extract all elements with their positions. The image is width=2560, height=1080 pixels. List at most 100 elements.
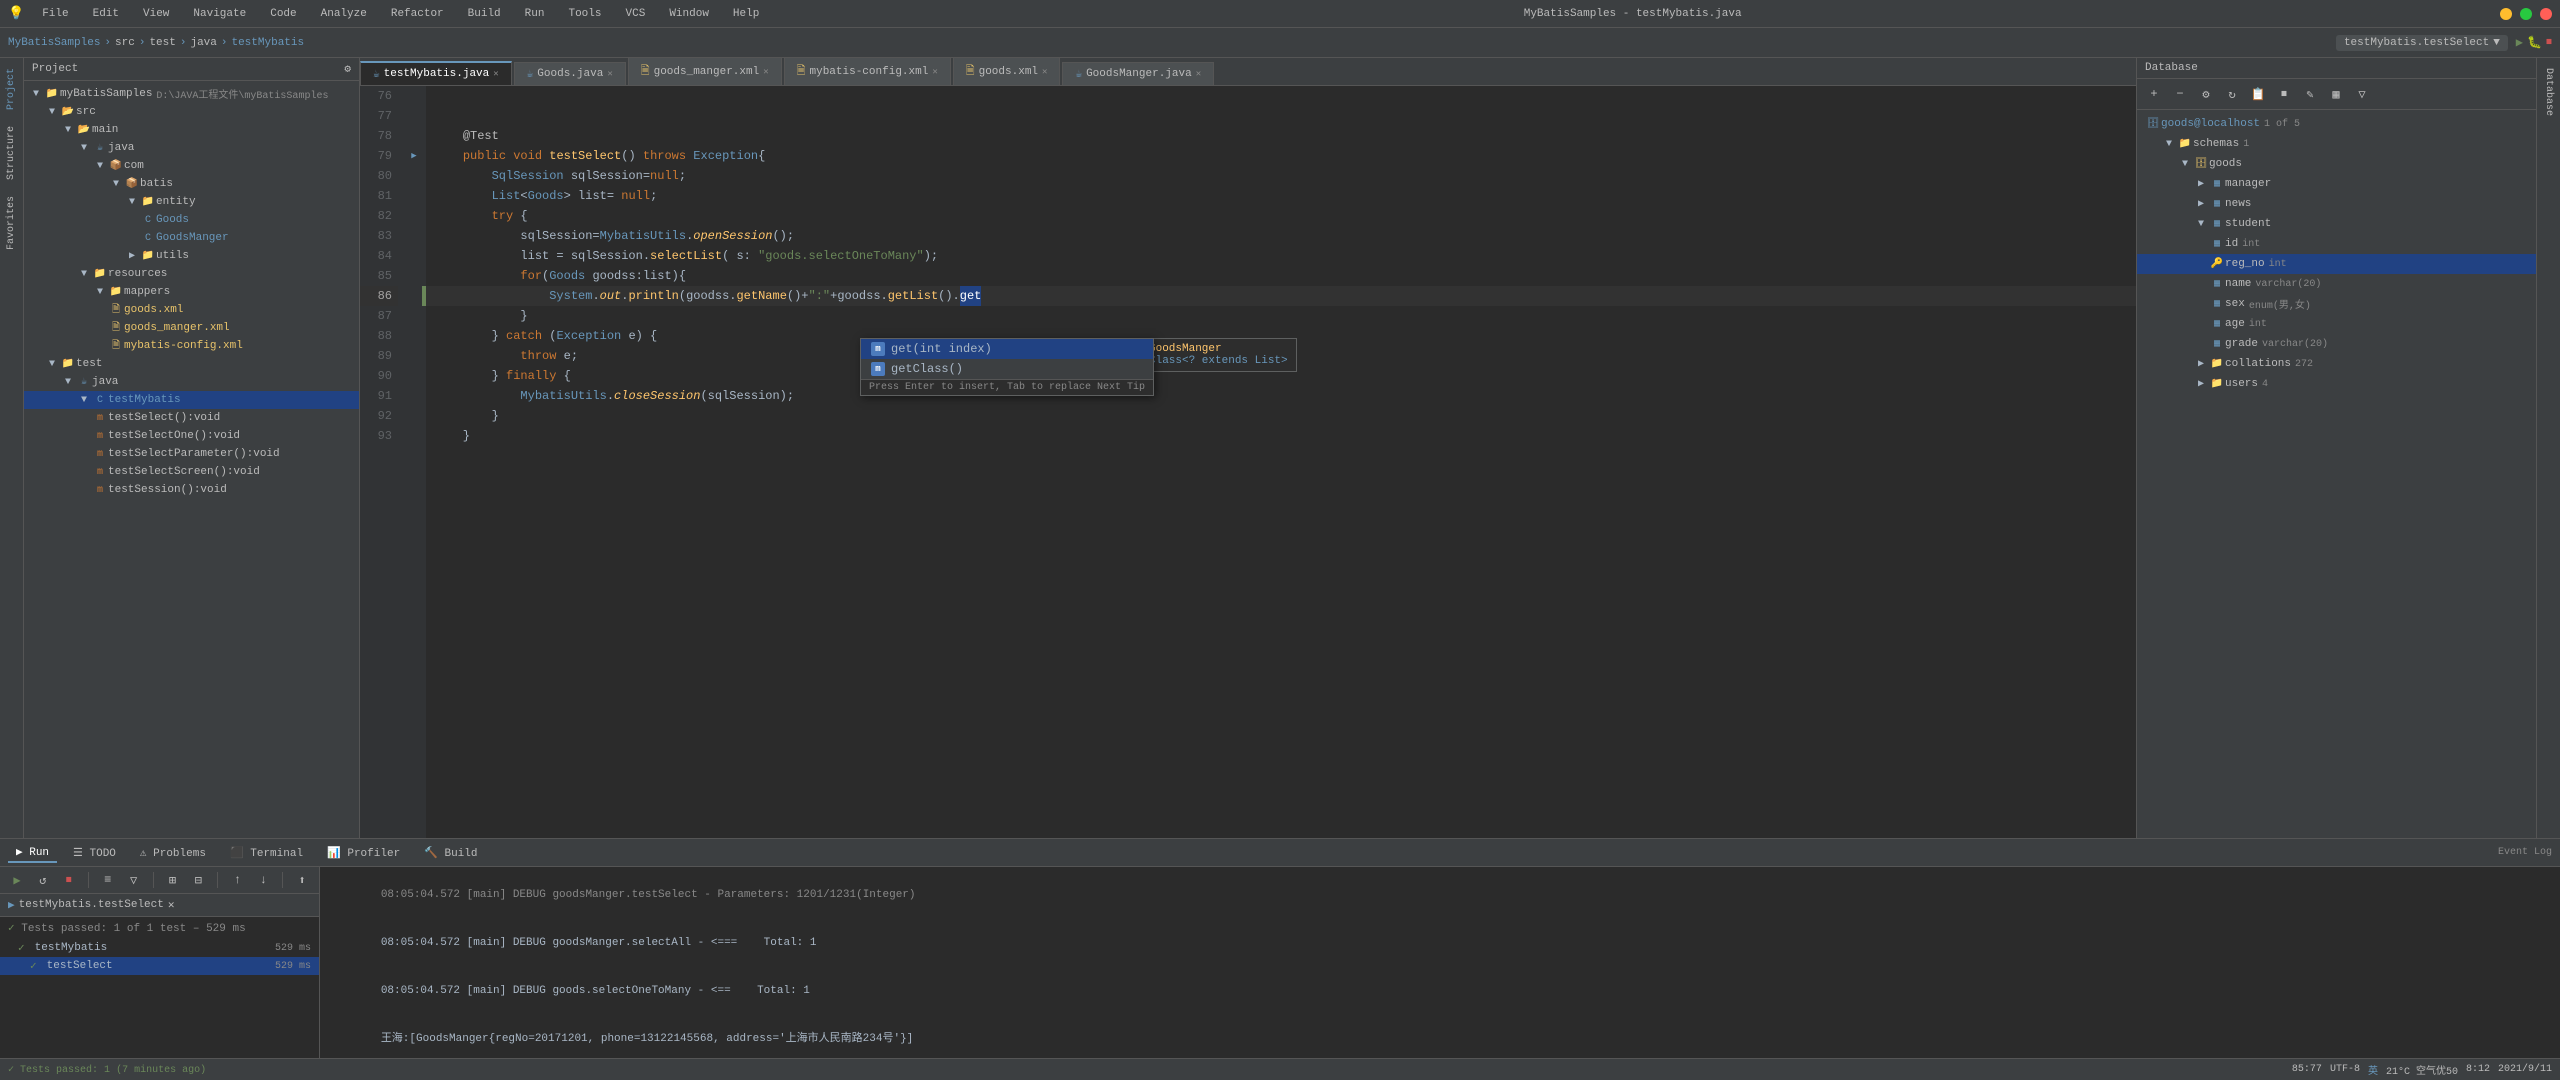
db-goods[interactable]: ▼ 🗄 goods [2137,154,2536,174]
run-filter-button[interactable]: ▽ [123,869,145,891]
run-button[interactable]: ▶ [2516,35,2523,50]
btab-problems[interactable]: ⚠ Problems [132,844,214,862]
db-schemas[interactable]: ▼ 📁 schemas 1 [2137,134,2536,154]
minimize-button[interactable] [2500,8,2512,20]
db-col-id[interactable]: ▦ id int [2137,234,2536,254]
tree-item-testselectparameter[interactable]: m testSelectParameter():void [24,445,359,463]
db-schema-button[interactable]: 📋 [2247,83,2269,105]
tree-item-src[interactable]: ▼ 📂 src [24,103,359,121]
run-item-testmybatis[interactable]: ✓ testMybatis 529 ms [0,939,319,957]
db-col-sex[interactable]: ▦ sex enum(男,女) [2137,294,2536,314]
db-stop-button[interactable]: ⏹ [2273,83,2295,105]
run-sort-button[interactable]: ≡ [97,869,119,891]
menu-navigate[interactable]: Navigate [187,8,252,20]
tree-item-resources[interactable]: ▼ 📁 resources [24,265,359,283]
toolbar-run-config[interactable]: testMybatis.testSelect ▼ [2336,35,2508,51]
db-manager[interactable]: ▶ ▦ manager [2137,174,2536,194]
tab-close-icon[interactable]: ✕ [932,67,937,77]
db-properties-button[interactable]: ⚙ [2195,83,2217,105]
menu-build[interactable]: Build [462,8,507,20]
menu-file[interactable]: File [36,8,74,20]
breadcrumb-app[interactable]: MyBatisSamples [8,37,100,49]
structure-icon[interactable]: Structure [4,120,19,186]
btab-run[interactable]: ▶ Run [8,843,57,863]
btab-todo[interactable]: ☰ TODO [65,844,124,862]
tree-item-main[interactable]: ▼ 📂 main [24,121,359,139]
tree-item-entity[interactable]: ▼ 📁 entity [24,193,359,211]
menu-window[interactable]: Window [663,8,715,20]
tree-item-mappers[interactable]: ▼ 📁 mappers [24,283,359,301]
run-item-testselect[interactable]: ✓ testSelect 529 ms [0,957,319,975]
menu-help[interactable]: Help [727,8,765,20]
code-content[interactable]: @Test public void testSelect() throws Ex… [426,86,2136,838]
run-down-button[interactable]: ↓ [252,869,274,891]
btab-build[interactable]: 🔨 Build [416,844,485,862]
debug-button[interactable]: 🐛 [2527,35,2542,50]
tree-item-batis[interactable]: ▼ 📦 batis [24,175,359,193]
tree-item-test[interactable]: ▼ 📁 test [24,355,359,373]
menu-code[interactable]: Code [264,8,302,20]
db-edit-button[interactable]: ✎ [2299,83,2321,105]
run-expand-button[interactable]: ⊞ [162,869,184,891]
db-collations[interactable]: ▶ 📁 collations 272 [2137,354,2536,374]
tree-item-mybatis-config-xml[interactable]: 🗎 mybatis-config.xml [24,337,359,355]
tree-item-testmybatis[interactable]: ▼ C testMybatis [24,391,359,409]
tab-close-icon[interactable]: ✕ [763,67,768,77]
db-student[interactable]: ▼ ▦ student [2137,214,2536,234]
autocomplete-popup[interactable]: m get(int index) m getClass() Press Ente… [860,338,1154,396]
autocomplete-item-get[interactable]: m get(int index) [861,339,1153,359]
tab-mybatis-config[interactable]: 🗎 mybatis-config.xml ✕ [784,58,951,85]
run-export-button[interactable]: ⬆ [291,869,313,891]
tree-item-java-test[interactable]: ▼ ☕ java [24,373,359,391]
sidebar-gear-icon[interactable]: ⚙ [344,62,351,76]
run-stop-button[interactable]: ⏹ [58,869,80,891]
vtab-database[interactable]: Database [2541,62,2556,122]
run-collapse-button[interactable]: ⊟ [187,869,209,891]
tree-item-com[interactable]: ▼ 📦 com [24,157,359,175]
tree-item-testsession[interactable]: m testSession():void [24,481,359,499]
tree-item-goods-manger-xml[interactable]: 🗎 goods_manger.xml [24,319,359,337]
project-icon[interactable]: Project [4,62,19,116]
db-connection[interactable]: 🗄 goods@localhost 1 of 5 [2137,114,2536,134]
menu-refactor[interactable]: Refactor [385,8,450,20]
tree-item-testselectone[interactable]: m testSelectOne():void [24,427,359,445]
db-table-button[interactable]: ▦ [2325,83,2347,105]
breadcrumb-test[interactable]: test [149,37,175,49]
menu-analyze[interactable]: Analyze [315,8,373,20]
breadcrumb-java[interactable]: java [190,37,216,49]
run-play-button[interactable]: ▶ [6,869,28,891]
tree-item-mybatissamples[interactable]: ▼ 📁 myBatisSamples D:\JAVA工程文件\myBatisSa… [24,85,359,103]
tree-item-goodsmanger-class[interactable]: C GoodsManger [24,229,359,247]
db-col-grade[interactable]: ▦ grade varchar(20) [2137,334,2536,354]
db-users[interactable]: ▶ 📁 users 4 [2137,374,2536,394]
tab-close-icon[interactable]: ✕ [493,69,498,79]
tab-goodsmanger[interactable]: ☕ GoodsManger.java ✕ [1062,62,1214,85]
btab-terminal[interactable]: ⬛ Terminal [222,844,311,862]
tab-goods-manger-xml[interactable]: 🗎 goods_manger.xml ✕ [628,58,782,85]
maximize-button[interactable] [2520,8,2532,20]
close-button[interactable] [2540,8,2552,20]
tab-testmybatis[interactable]: ☕ testMybatis.java ✕ [360,61,512,85]
run-close-icon[interactable]: ✕ [168,898,175,912]
breadcrumb-testmybatis[interactable]: testMybatis [231,37,304,49]
tree-item-testselect[interactable]: m testSelect():void [24,409,359,427]
menu-run[interactable]: Run [519,8,551,20]
db-news[interactable]: ▶ ▦ news [2137,194,2536,214]
tab-close-icon[interactable]: ✕ [1042,67,1047,77]
db-refresh-button[interactable]: ↻ [2221,83,2243,105]
db-add-button[interactable]: + [2143,83,2165,105]
tree-item-java[interactable]: ▼ ☕ java [24,139,359,157]
btab-profiler[interactable]: 📊 Profiler [319,844,408,862]
tree-item-testselectscreen[interactable]: m testSelectScreen():void [24,463,359,481]
breadcrumb-src[interactable]: src [115,37,135,49]
tab-goods[interactable]: ☕ Goods.java ✕ [514,62,626,85]
tab-goods-xml[interactable]: 🗎 goods.xml ✕ [953,58,1061,85]
tree-item-utils[interactable]: ▶ 📁 utils [24,247,359,265]
db-col-age[interactable]: ▦ age int [2137,314,2536,334]
favorites-icon[interactable]: Favorites [4,190,19,256]
db-remove-button[interactable]: − [2169,83,2191,105]
db-col-reg-no[interactable]: 🔑 reg_no int [2137,254,2536,274]
run-up-button[interactable]: ↑ [226,869,248,891]
menu-edit[interactable]: Edit [87,8,125,20]
tree-item-goods-xml[interactable]: 🗎 goods.xml [24,301,359,319]
